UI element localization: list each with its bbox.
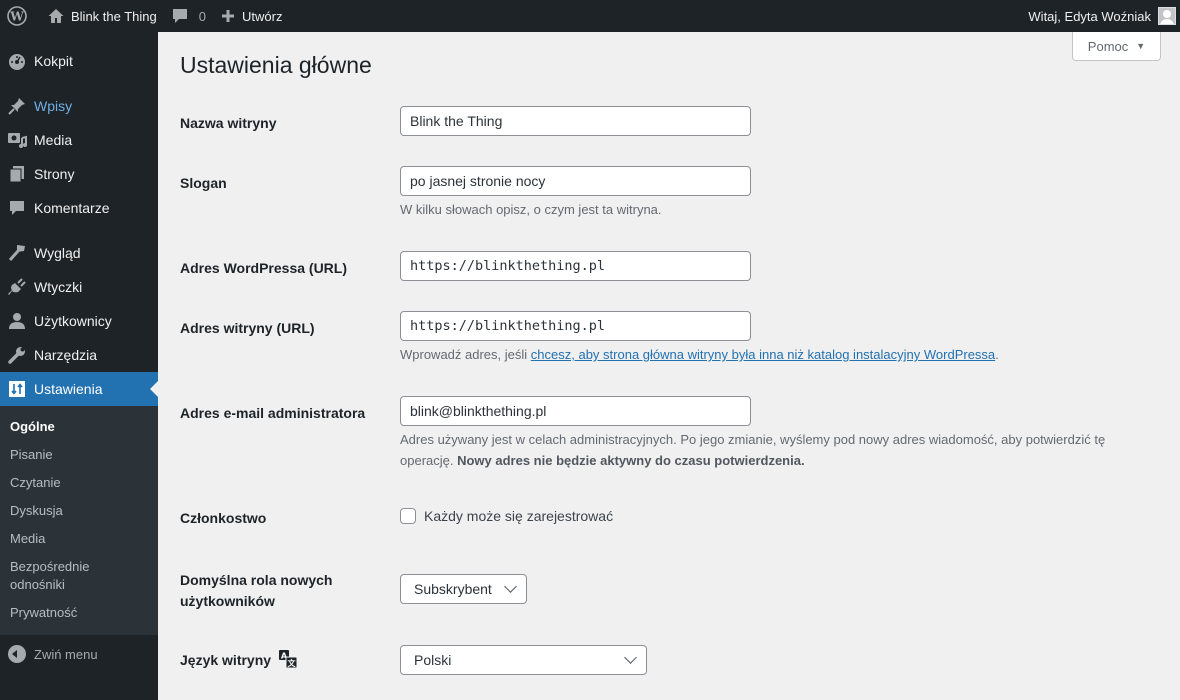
sidebar-item-pages[interactable]: Strony xyxy=(0,157,158,191)
collapse-menu-button[interactable]: Zwiń menu xyxy=(0,637,158,671)
media-icon xyxy=(7,130,27,150)
default-role-label: Domyślna rola nowych użytkowników xyxy=(180,572,333,609)
sidebar-item-users[interactable]: Użytkownicy xyxy=(0,304,158,338)
site-name-link[interactable]: Blink the Thing xyxy=(40,0,164,32)
my-account-link[interactable]: Witaj, Edyta Woźniak xyxy=(1021,0,1180,32)
collapse-menu-label: Zwiń menu xyxy=(34,646,98,662)
site-language-select[interactable]: Polski xyxy=(400,645,647,675)
admin-sidebar: Kokpit Wpisy Media Strony Komentarze Wyg… xyxy=(0,32,158,700)
new-content-label: Utwórz xyxy=(242,8,283,24)
avatar xyxy=(1158,7,1176,25)
wrench-icon xyxy=(7,345,27,365)
sidebar-item-dashboard[interactable]: Kokpit xyxy=(0,44,158,78)
settings-submenu: Ogólne Pisanie Czytanie Dyskusja Media B… xyxy=(0,406,158,635)
collapse-arrow-icon xyxy=(8,645,26,663)
membership-checkbox[interactable] xyxy=(400,508,416,524)
user-icon xyxy=(7,311,27,331)
help-tab-button[interactable]: Pomoc ▼ xyxy=(1072,32,1161,61)
admin-email-input[interactable] xyxy=(400,396,751,426)
submenu-privacy[interactable]: Prywatność xyxy=(0,599,158,627)
settings-icon xyxy=(7,379,27,399)
site-url-description: Wprowadź adres, jeśli chcesz, aby strona… xyxy=(400,347,999,362)
sidebar-item-appearance[interactable]: Wygląd xyxy=(0,236,158,270)
greeting: Witaj, Edyta Woźniak xyxy=(1028,8,1151,24)
submenu-permalinks[interactable]: Bezpośrednie odnośniki xyxy=(0,553,110,599)
chevron-down-icon xyxy=(624,651,637,664)
admin-bar: W Blink the Thing 0 Utwórz Witaj, Edyta … xyxy=(0,0,1180,32)
brush-icon xyxy=(7,243,27,263)
default-role-select[interactable]: Subskrybent xyxy=(400,574,527,604)
membership-label: Członkostwo xyxy=(180,510,267,526)
wordpress-logo-icon: W xyxy=(7,6,27,26)
pages-icon xyxy=(7,164,27,184)
submenu-reading[interactable]: Czytanie xyxy=(0,469,158,497)
sidebar-item-settings[interactable]: Ustawienia xyxy=(0,372,158,406)
submenu-general[interactable]: Ogólne xyxy=(0,413,158,441)
wp-url-input[interactable] xyxy=(400,251,751,281)
translation-icon: A文 xyxy=(278,650,298,674)
wp-url-label: Adres WordPressa (URL) xyxy=(180,260,348,276)
sidebar-item-plugins[interactable]: Wtyczki xyxy=(0,270,158,304)
plus-icon xyxy=(220,8,236,24)
comment-icon xyxy=(7,198,27,218)
site-url-label: Adres witryny (URL) xyxy=(180,320,315,336)
tagline-description: W kilku słowach opisz, o czym jest ta wi… xyxy=(400,202,662,217)
comment-icon xyxy=(171,7,189,25)
sidebar-item-media[interactable]: Media xyxy=(0,123,158,157)
tagline-input[interactable] xyxy=(400,166,751,196)
admin-email-description: Adres używany jest w celach administracy… xyxy=(400,432,1106,468)
caret-down-icon: ▼ xyxy=(1136,41,1146,51)
page-title: Ustawienia główne xyxy=(180,52,372,78)
submenu-discussion[interactable]: Dyskusja xyxy=(0,497,158,525)
sidebar-item-posts[interactable]: Wpisy xyxy=(0,89,158,123)
membership-checkbox-label[interactable]: Każdy może się zarejestrować xyxy=(400,508,613,524)
pin-icon xyxy=(7,96,27,116)
site-name: Blink the Thing xyxy=(71,8,157,24)
site-url-help-link[interactable]: chcesz, aby strona główna witryny była i… xyxy=(531,347,995,362)
site-title-input[interactable] xyxy=(400,106,751,136)
comments-count: 0 xyxy=(198,8,206,24)
plugin-icon xyxy=(7,277,27,297)
wordpress-logo-button[interactable]: W xyxy=(0,0,40,32)
svg-text:文: 文 xyxy=(287,658,296,668)
chevron-down-icon xyxy=(504,580,517,593)
sidebar-item-comments[interactable]: Komentarze xyxy=(0,191,158,225)
main-content: Pomoc ▼ Ustawienia główne Nazwa witryny … xyxy=(158,32,1180,700)
svg-text:W: W xyxy=(9,10,24,24)
home-icon xyxy=(47,7,65,25)
admin-email-label: Adres e-mail administratora xyxy=(180,405,366,421)
dashboard-icon xyxy=(7,51,27,71)
submenu-writing[interactable]: Pisanie xyxy=(0,441,158,469)
sidebar-item-tools[interactable]: Narzędzia xyxy=(0,338,158,372)
site-url-input[interactable] xyxy=(400,311,751,341)
new-content-button[interactable]: Utwórz xyxy=(213,0,289,32)
comments-link[interactable]: 0 xyxy=(164,0,213,32)
submenu-media[interactable]: Media xyxy=(0,525,158,553)
site-title-label: Nazwa witryny xyxy=(180,115,277,131)
language-label: Język witryny A文 xyxy=(180,650,380,674)
tagline-label: Slogan xyxy=(180,175,227,191)
